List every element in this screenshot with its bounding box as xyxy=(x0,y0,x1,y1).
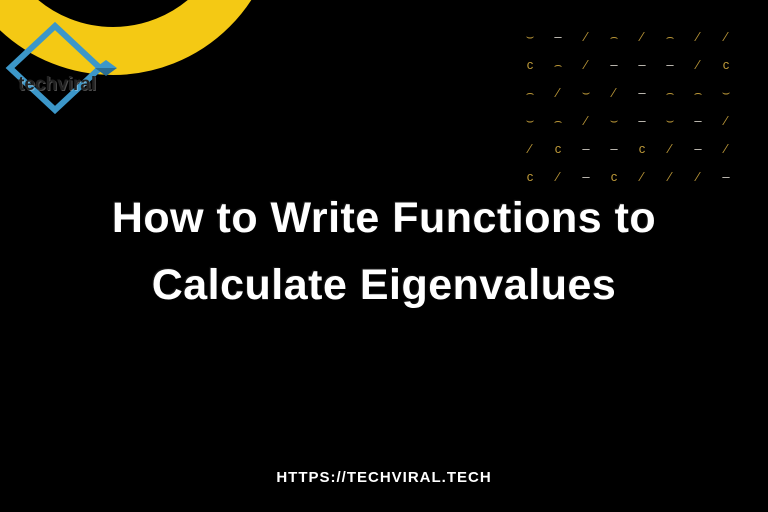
pattern-glyph: ⁄ xyxy=(712,134,740,162)
pattern-glyph: ⁄ xyxy=(628,22,656,50)
pattern-glyph: ⌢ xyxy=(684,78,712,106)
pattern-glyph: – xyxy=(656,50,684,78)
pattern-glyph: – xyxy=(600,134,628,162)
pattern-glyph: ⁄ xyxy=(572,50,600,78)
pattern-glyph: – xyxy=(628,50,656,78)
pattern-glyph: ⌢ xyxy=(656,78,684,106)
pattern-glyph: ⌣ xyxy=(600,106,628,134)
pattern-glyph: ⁄ xyxy=(572,22,600,50)
pattern-glyph: ⁄ xyxy=(656,134,684,162)
pattern-glyph: ⁄ xyxy=(572,106,600,134)
pattern-glyph: – xyxy=(600,50,628,78)
pattern-glyph: ⌢ xyxy=(516,78,544,106)
pattern-glyph: ⌢ xyxy=(656,22,684,50)
pattern-glyph: ⌢ xyxy=(544,106,572,134)
pattern-glyph: ⌣ xyxy=(712,78,740,106)
pattern-glyph: – xyxy=(684,106,712,134)
pattern-glyph: c xyxy=(544,134,572,162)
pattern-glyph: – xyxy=(572,134,600,162)
pattern-glyph: ⌢ xyxy=(600,22,628,50)
logo-diamond-icon xyxy=(0,18,120,118)
pattern-glyph: ⁄ xyxy=(516,134,544,162)
site-url: HTTPS://TECHVIRAL.TECH xyxy=(0,469,768,486)
pattern-glyph: – xyxy=(544,22,572,50)
pattern-glyph: ⌣ xyxy=(572,78,600,106)
pattern-glyph: ⌢ xyxy=(544,50,572,78)
pattern-glyph: ⁄ xyxy=(684,22,712,50)
pattern-glyph: ⌣ xyxy=(656,106,684,134)
pattern-glyph: c xyxy=(628,134,656,162)
pattern-glyph: ⁄ xyxy=(684,50,712,78)
pattern-glyph: – xyxy=(628,106,656,134)
pattern-glyph: ⁄ xyxy=(544,78,572,106)
pattern-glyph: ⁄ xyxy=(600,78,628,106)
pattern-glyph: – xyxy=(684,134,712,162)
pattern-glyph: ⌣ xyxy=(516,22,544,50)
logo-text: techviral xyxy=(18,74,96,96)
pattern-glyph: c xyxy=(516,50,544,78)
pattern-glyph: ⁄ xyxy=(712,106,740,134)
pattern-glyph: ⌣ xyxy=(516,106,544,134)
brand-logo: techviral xyxy=(0,18,120,118)
pattern-glyph: ⁄ xyxy=(712,22,740,50)
pattern-glyph: – xyxy=(628,78,656,106)
pattern-glyph: c xyxy=(712,50,740,78)
article-title: How to Write Functions to Calculate Eige… xyxy=(0,185,768,318)
decorative-glyph-grid: ⌣–⁄⌢⁄⌢⁄⁄c⌢⁄–––⁄c⌢⁄⌣⁄–⌢⌢⌣⌣⌢⁄⌣–⌣–⁄⁄c––c⁄–⁄… xyxy=(516,22,740,190)
